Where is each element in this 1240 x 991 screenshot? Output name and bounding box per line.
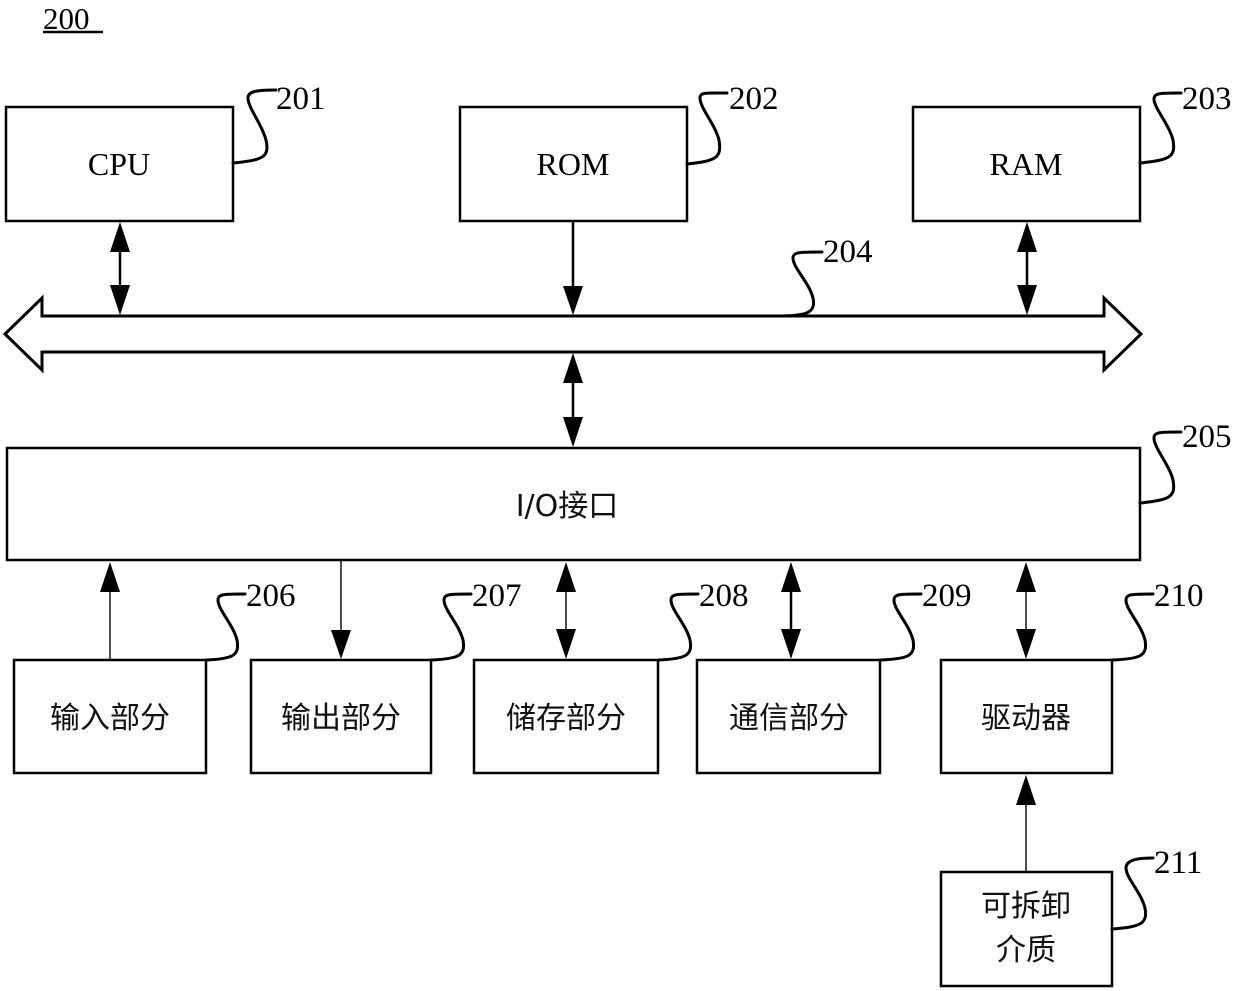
removable-media-leader-line	[1110, 856, 1155, 931]
arrowhead-up-icon	[563, 353, 583, 383]
driver-ref: 210	[1154, 578, 1204, 614]
arrowhead-down-icon	[563, 417, 583, 447]
arrowhead-up-icon	[1016, 775, 1036, 805]
output-part-leader-line	[429, 592, 473, 662]
arrowhead-down-icon	[110, 285, 130, 315]
arrowhead-up-icon	[1016, 562, 1036, 592]
arrowhead-up-icon	[100, 562, 120, 592]
input-part-label: 输入部分	[50, 701, 170, 736]
rom-bus-connector	[563, 221, 583, 315]
arrowhead-down-icon	[1016, 629, 1036, 659]
arrowhead-down-icon	[781, 629, 801, 659]
ram-bus-connector	[1017, 222, 1037, 315]
storage-part-leader-line	[656, 592, 700, 662]
arrowhead-up-icon	[1017, 222, 1037, 252]
removable-media-block: 可拆卸 介质 211	[939, 775, 1202, 988]
rom-ref: 202	[729, 81, 779, 117]
removable-media-label-line1: 可拆卸	[981, 889, 1071, 924]
removable-media-ref: 211	[1154, 845, 1202, 881]
ram-label: RAM	[990, 146, 1063, 182]
arrowhead-down-icon	[331, 630, 351, 659]
communication-part-leader-line	[878, 592, 923, 662]
rom-leader-line	[685, 91, 729, 166]
cpu-label: CPU	[88, 146, 150, 182]
input-part-leader-line	[204, 592, 247, 662]
cpu-bus-connector	[110, 222, 130, 315]
arrowhead-down-icon	[556, 629, 576, 659]
cpu-block: CPU 201	[4, 81, 326, 223]
arrowhead-up-icon	[781, 562, 801, 592]
storage-part-label: 储存部分	[506, 701, 626, 736]
communication-part-ref: 209	[922, 578, 972, 614]
io-interface-label: I/O接口	[516, 489, 619, 524]
output-part-label: 输出部分	[281, 701, 401, 736]
ram-ref: 203	[1182, 81, 1232, 117]
rom-label: ROM	[537, 146, 610, 182]
block-diagram: 200 CPU 201 ROM 202 RAM 203 204 I/O接口 20…	[2, 1, 1232, 988]
output-part-ref: 207	[472, 578, 522, 614]
io-interface-leader-line	[1138, 430, 1183, 505]
bus-leader-line	[778, 250, 824, 318]
bus-ref: 204	[823, 234, 873, 270]
ram-leader-line	[1138, 91, 1183, 165]
io-interface-ref: 205	[1182, 419, 1232, 455]
driver-block: 驱动器 210	[939, 562, 1204, 775]
driver-leader-line	[1110, 592, 1155, 662]
driver-label: 驱动器	[981, 701, 1071, 736]
arrowhead-down-icon	[1017, 285, 1037, 315]
arrowhead-up-icon	[110, 222, 130, 252]
arrowhead-up-icon	[556, 562, 576, 592]
arrowhead-down-icon	[563, 286, 583, 315]
bus-io-connector	[563, 353, 583, 447]
storage-part-ref: 208	[699, 578, 749, 614]
figure-number: 200	[43, 1, 103, 36]
io-interface-block: I/O接口 205	[5, 419, 1232, 562]
removable-media-label-line2: 介质	[996, 933, 1056, 968]
rom-block: ROM 202	[458, 81, 779, 223]
cpu-leader-line	[231, 88, 278, 165]
cpu-ref: 201	[276, 81, 326, 117]
ram-block: RAM 203	[911, 81, 1232, 223]
communication-part-label: 通信部分	[729, 701, 849, 736]
input-part-ref: 206	[246, 578, 296, 614]
